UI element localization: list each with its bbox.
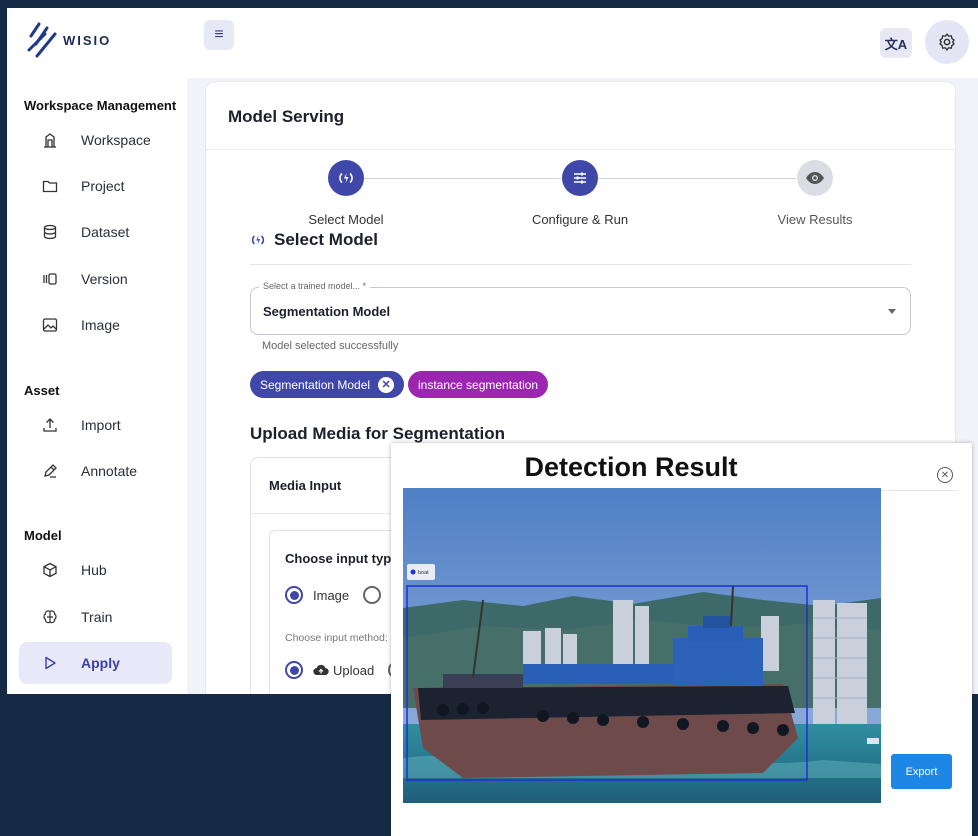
folder-icon bbox=[39, 178, 61, 194]
result-image: boat bbox=[403, 488, 881, 803]
hamburger-icon: ≡ bbox=[214, 26, 224, 43]
top-bar: WISIO ≡ 文A bbox=[7, 8, 978, 78]
gear-icon bbox=[939, 33, 955, 51]
step-label: Configure & Run bbox=[531, 212, 629, 227]
sidebar: Workspace Management Workspace Project D… bbox=[7, 78, 187, 694]
upload-heading: Upload Media for Segmentation bbox=[250, 424, 506, 443]
translate-button[interactable]: 文A bbox=[880, 28, 912, 58]
input-method-label: Choose input method: bbox=[285, 632, 388, 644]
sidebar-item-version[interactable]: Version bbox=[19, 258, 172, 300]
section-heading: Select Model bbox=[250, 230, 378, 250]
database-icon bbox=[39, 224, 61, 240]
radio-indicator bbox=[285, 661, 303, 679]
sidebar-section-model: Model bbox=[24, 528, 62, 543]
step-view-results[interactable]: View Results bbox=[735, 160, 895, 227]
sidebar-section-workspace-management: Workspace Management bbox=[24, 98, 177, 113]
model-icon bbox=[328, 160, 364, 196]
export-button[interactable]: Export bbox=[891, 754, 952, 789]
task-chip: instance segmentation bbox=[408, 371, 549, 398]
close-icon[interactable]: ✕ bbox=[378, 376, 395, 393]
radio-label: Upload bbox=[333, 662, 375, 678]
radio-label: Image bbox=[313, 587, 350, 603]
brain-icon bbox=[39, 609, 61, 625]
building-icon bbox=[39, 132, 61, 148]
section-title: Select Model bbox=[274, 230, 378, 249]
logo: WISIO bbox=[25, 20, 111, 60]
input-type-label: Choose input type: bbox=[285, 551, 403, 566]
sliders-icon bbox=[562, 160, 598, 196]
eye-icon bbox=[797, 160, 833, 196]
select-label: Select a trained model... * bbox=[259, 281, 371, 291]
settings-button[interactable] bbox=[925, 20, 969, 64]
step-select-model[interactable]: Select Model bbox=[266, 160, 426, 227]
select-value: Segmentation Model bbox=[263, 304, 391, 319]
sidebar-item-label: Train bbox=[81, 609, 113, 625]
sidebar-item-annotate[interactable]: Annotate bbox=[19, 450, 172, 492]
logo-text: WISIO bbox=[63, 32, 112, 48]
radio-indicator bbox=[363, 586, 381, 604]
sidebar-item-label: Version bbox=[81, 271, 128, 287]
divider bbox=[250, 264, 911, 265]
sidebar-item-project[interactable]: Project bbox=[19, 165, 172, 207]
helper-text: Model selected successfully bbox=[262, 340, 399, 352]
edit-icon bbox=[39, 463, 61, 479]
cube-icon bbox=[39, 562, 61, 578]
logo-icon bbox=[27, 22, 57, 58]
radio-upload[interactable]: Upload bbox=[285, 661, 374, 679]
step-configure-run[interactable]: Configure & Run bbox=[500, 160, 660, 227]
radio-video[interactable] bbox=[363, 586, 381, 604]
sidebar-item-import[interactable]: Import bbox=[19, 404, 172, 446]
modal-title: Detection Result bbox=[524, 452, 738, 482]
sidebar-item-label: Apply bbox=[81, 655, 120, 671]
sidebar-item-hub[interactable]: Hub bbox=[19, 549, 172, 591]
sidebar-item-dataset[interactable]: Dataset bbox=[19, 211, 172, 253]
page-title: Model Serving bbox=[228, 107, 345, 126]
radio-image[interactable]: Image bbox=[285, 586, 349, 604]
step-label: Select Model bbox=[308, 212, 384, 227]
sidebar-item-label: Dataset bbox=[81, 224, 130, 240]
chip-label: instance segmentation bbox=[418, 377, 539, 392]
play-icon bbox=[39, 655, 61, 671]
sidebar-item-image[interactable]: Image bbox=[19, 304, 172, 346]
sidebar-item-apply[interactable]: Apply bbox=[19, 642, 172, 684]
model-icon bbox=[251, 235, 265, 245]
sidebar-item-label: Image bbox=[81, 317, 120, 333]
sidebar-item-label: Annotate bbox=[81, 463, 138, 479]
menu-button[interactable]: ≡ bbox=[204, 20, 234, 50]
chevron-down-icon bbox=[888, 309, 896, 314]
model-select[interactable]: Select a trained model... * Segmentation… bbox=[250, 281, 911, 335]
sidebar-item-workspace[interactable]: Workspace bbox=[19, 119, 172, 161]
card-title: Media Input bbox=[269, 478, 342, 493]
radio-indicator bbox=[285, 586, 303, 604]
close-icon[interactable]: ✕ bbox=[937, 467, 953, 483]
cloud-upload-icon bbox=[313, 664, 329, 676]
sidebar-section-asset: Asset bbox=[24, 383, 60, 398]
divider bbox=[206, 149, 955, 150]
translate-icon: 文A bbox=[884, 36, 908, 52]
version-icon bbox=[39, 271, 61, 287]
model-chip: Segmentation Model ✕ bbox=[250, 371, 405, 398]
sidebar-item-label: Project bbox=[81, 178, 125, 194]
detection-label: boat bbox=[418, 570, 429, 576]
sidebar-item-label: Import bbox=[81, 417, 121, 433]
upload-icon bbox=[39, 417, 61, 433]
step-label: View Results bbox=[777, 212, 853, 227]
sidebar-item-train[interactable]: Train bbox=[19, 596, 172, 638]
image-icon bbox=[39, 317, 61, 333]
chip-label: Segmentation Model bbox=[260, 377, 371, 392]
sidebar-item-label: Workspace bbox=[81, 132, 151, 148]
sidebar-item-label: Hub bbox=[81, 562, 107, 578]
detection-result-modal: Detection Result ✕ boat Export bbox=[391, 443, 972, 836]
